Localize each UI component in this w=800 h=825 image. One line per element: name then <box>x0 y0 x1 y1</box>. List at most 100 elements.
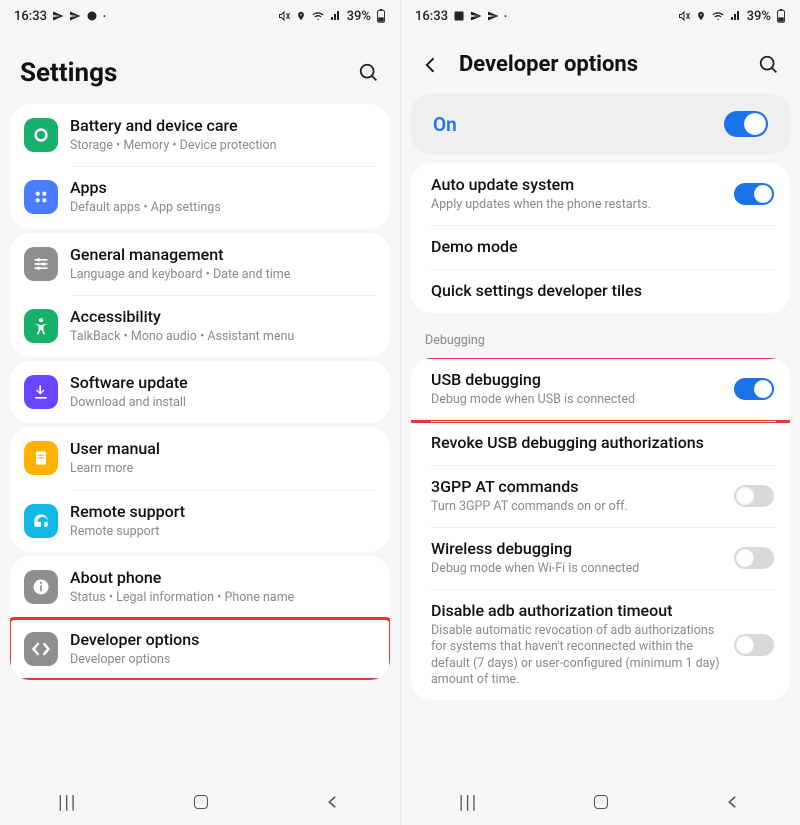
dev-option-row[interactable]: Auto update system Apply updates when the… <box>411 163 790 225</box>
status-time: 16:33 <box>14 9 47 24</box>
dev-option-row[interactable]: Wireless debugging Debug mode when Wi-Fi … <box>411 527 790 589</box>
search-icon[interactable] <box>758 54 780 76</box>
section-header: Debugging <box>401 317 800 354</box>
master-toggle-row[interactable]: On <box>411 93 790 155</box>
search-icon[interactable] <box>358 62 380 84</box>
dev-option-label: Revoke USB debugging authorizations <box>431 433 780 453</box>
apps-icon <box>24 180 58 214</box>
dev-option-row[interactable]: Disable adb authorization timeoutDisable… <box>411 589 790 700</box>
send-icon <box>69 10 81 22</box>
settings-item-apps[interactable]: Apps Default apps • App settings <box>10 166 390 228</box>
info-icon <box>24 570 58 604</box>
dev-option-row[interactable]: Revoke USB debugging authorizations <box>411 421 790 465</box>
back-button[interactable] <box>724 793 742 811</box>
dot-icon: • <box>504 12 507 21</box>
battery-icon <box>24 118 58 152</box>
dev-options-group: Auto update system Apply updates when the… <box>411 163 790 313</box>
developer-options-screen: 16:33 • 39% <box>400 0 800 825</box>
dev-option-label: Quick settings developer tiles <box>431 281 780 301</box>
settings-item-support[interactable]: Remote supportRemote support <box>10 490 390 552</box>
manual-icon <box>24 441 58 475</box>
dev-option-subtitle: Turn 3GPP AT commands on or off. <box>431 499 722 515</box>
mute-icon <box>677 10 691 22</box>
settings-group: Software updateDownload and install <box>10 361 390 423</box>
settings-item-battery[interactable]: Battery and device careStorage • Memory … <box>10 104 390 166</box>
recents-button[interactable]: ||| <box>58 792 77 813</box>
settings-item-subtitle: Language and keyboard • Date and time <box>70 267 380 283</box>
update-icon <box>24 375 58 409</box>
master-toggle[interactable] <box>724 111 768 137</box>
dev-icon <box>24 632 58 666</box>
toggle-switch[interactable] <box>734 634 774 656</box>
status-bar: 16:33 • 39% <box>0 0 400 28</box>
page-title: Settings <box>20 58 117 88</box>
settings-group: User manual Learn more Remote supportRemot… <box>10 427 390 552</box>
send-icon <box>487 10 499 22</box>
dev-option-label: Auto update system <box>431 175 722 195</box>
settings-item-update[interactable]: Software updateDownload and install <box>10 361 390 423</box>
toggle-switch[interactable] <box>734 183 774 205</box>
home-button[interactable] <box>194 795 208 809</box>
settings-header: Settings <box>0 28 400 100</box>
settings-item-manual[interactable]: User manual Learn more <box>10 427 390 489</box>
settings-item-subtitle: TalkBack • Mono audio • Assistant menu <box>70 329 380 345</box>
dev-option-subtitle: Apply updates when the phone restarts. <box>431 197 722 213</box>
dev-option-label: Disable adb authorization timeout <box>431 601 722 621</box>
toggle-switch[interactable] <box>734 547 774 569</box>
settings-group: Battery and device careStorage • Memory … <box>10 104 390 229</box>
settings-item-label: About phone <box>70 568 380 588</box>
wifi-icon <box>311 10 325 22</box>
settings-item-dev[interactable]: Developer optionsDeveloper options <box>10 618 390 680</box>
settings-item-a11y[interactable]: AccessibilityTalkBack • Mono audio • Ass… <box>10 295 390 357</box>
settings-screen: 16:33 • 39% <box>0 0 400 825</box>
dev-options-group: USB debugging Debug mode when USB is conn… <box>411 358 790 700</box>
master-toggle-label: On <box>433 113 457 136</box>
status-bar: 16:33 • 39% <box>401 0 800 28</box>
settings-item-sliders[interactable]: General management Language and keyboard … <box>10 233 390 295</box>
status-time: 16:33 <box>415 9 448 24</box>
location-icon <box>696 10 706 22</box>
page-title: Developer options <box>459 52 638 77</box>
battery-percent: 39% <box>747 9 771 24</box>
signal-icon <box>330 10 342 22</box>
settings-item-label: Apps <box>70 178 380 198</box>
settings-item-label: User manual <box>70 439 380 459</box>
settings-item-subtitle: Learn more <box>70 461 380 477</box>
battery-icon <box>376 9 386 23</box>
send-icon <box>52 10 64 22</box>
nav-bar: ||| <box>0 779 400 825</box>
dev-option-label: 3GPP AT commands <box>431 477 722 497</box>
dev-option-row[interactable]: Demo mode <box>411 225 790 269</box>
mute-icon <box>277 10 291 22</box>
dev-option-subtitle: Disable automatic revocation of adb auth… <box>431 623 722 688</box>
dev-option-subtitle: Debug mode when USB is connected <box>431 392 722 408</box>
a11y-icon <box>24 309 58 343</box>
battery-percent: 39% <box>347 9 371 24</box>
dev-option-row[interactable]: Quick settings developer tiles <box>411 269 790 313</box>
settings-item-label: General management <box>70 245 380 265</box>
settings-item-label: Remote support <box>70 502 380 522</box>
recents-button[interactable]: ||| <box>459 792 478 813</box>
dev-option-subtitle: Debug mode when Wi-Fi is connected <box>431 561 722 577</box>
back-icon[interactable] <box>421 55 445 75</box>
home-button[interactable] <box>594 795 608 809</box>
settings-item-label: Developer options <box>70 630 380 650</box>
settings-item-label: Battery and device care <box>70 116 380 136</box>
dev-option-row[interactable]: 3GPP AT commands Turn 3GPP AT commands on… <box>411 465 790 527</box>
dev-option-row[interactable]: USB debugging Debug mode when USB is conn… <box>411 358 790 420</box>
signal-icon <box>730 10 742 22</box>
toggle-switch[interactable] <box>734 378 774 400</box>
dev-option-label: Demo mode <box>431 237 780 257</box>
dot-icon: • <box>103 12 106 21</box>
dev-option-label: USB debugging <box>431 370 722 390</box>
circle-icon <box>86 10 98 22</box>
settings-item-info[interactable]: About phoneStatus • Legal information • … <box>10 556 390 618</box>
settings-item-subtitle: Default apps • App settings <box>70 200 380 216</box>
settings-group: About phoneStatus • Legal information • … <box>10 556 390 681</box>
dev-option-label: Wireless debugging <box>431 539 722 559</box>
toggle-switch[interactable] <box>734 485 774 507</box>
support-icon <box>24 504 58 538</box>
sliders-icon <box>24 247 58 281</box>
back-button[interactable] <box>324 793 342 811</box>
wifi-icon <box>711 10 725 22</box>
